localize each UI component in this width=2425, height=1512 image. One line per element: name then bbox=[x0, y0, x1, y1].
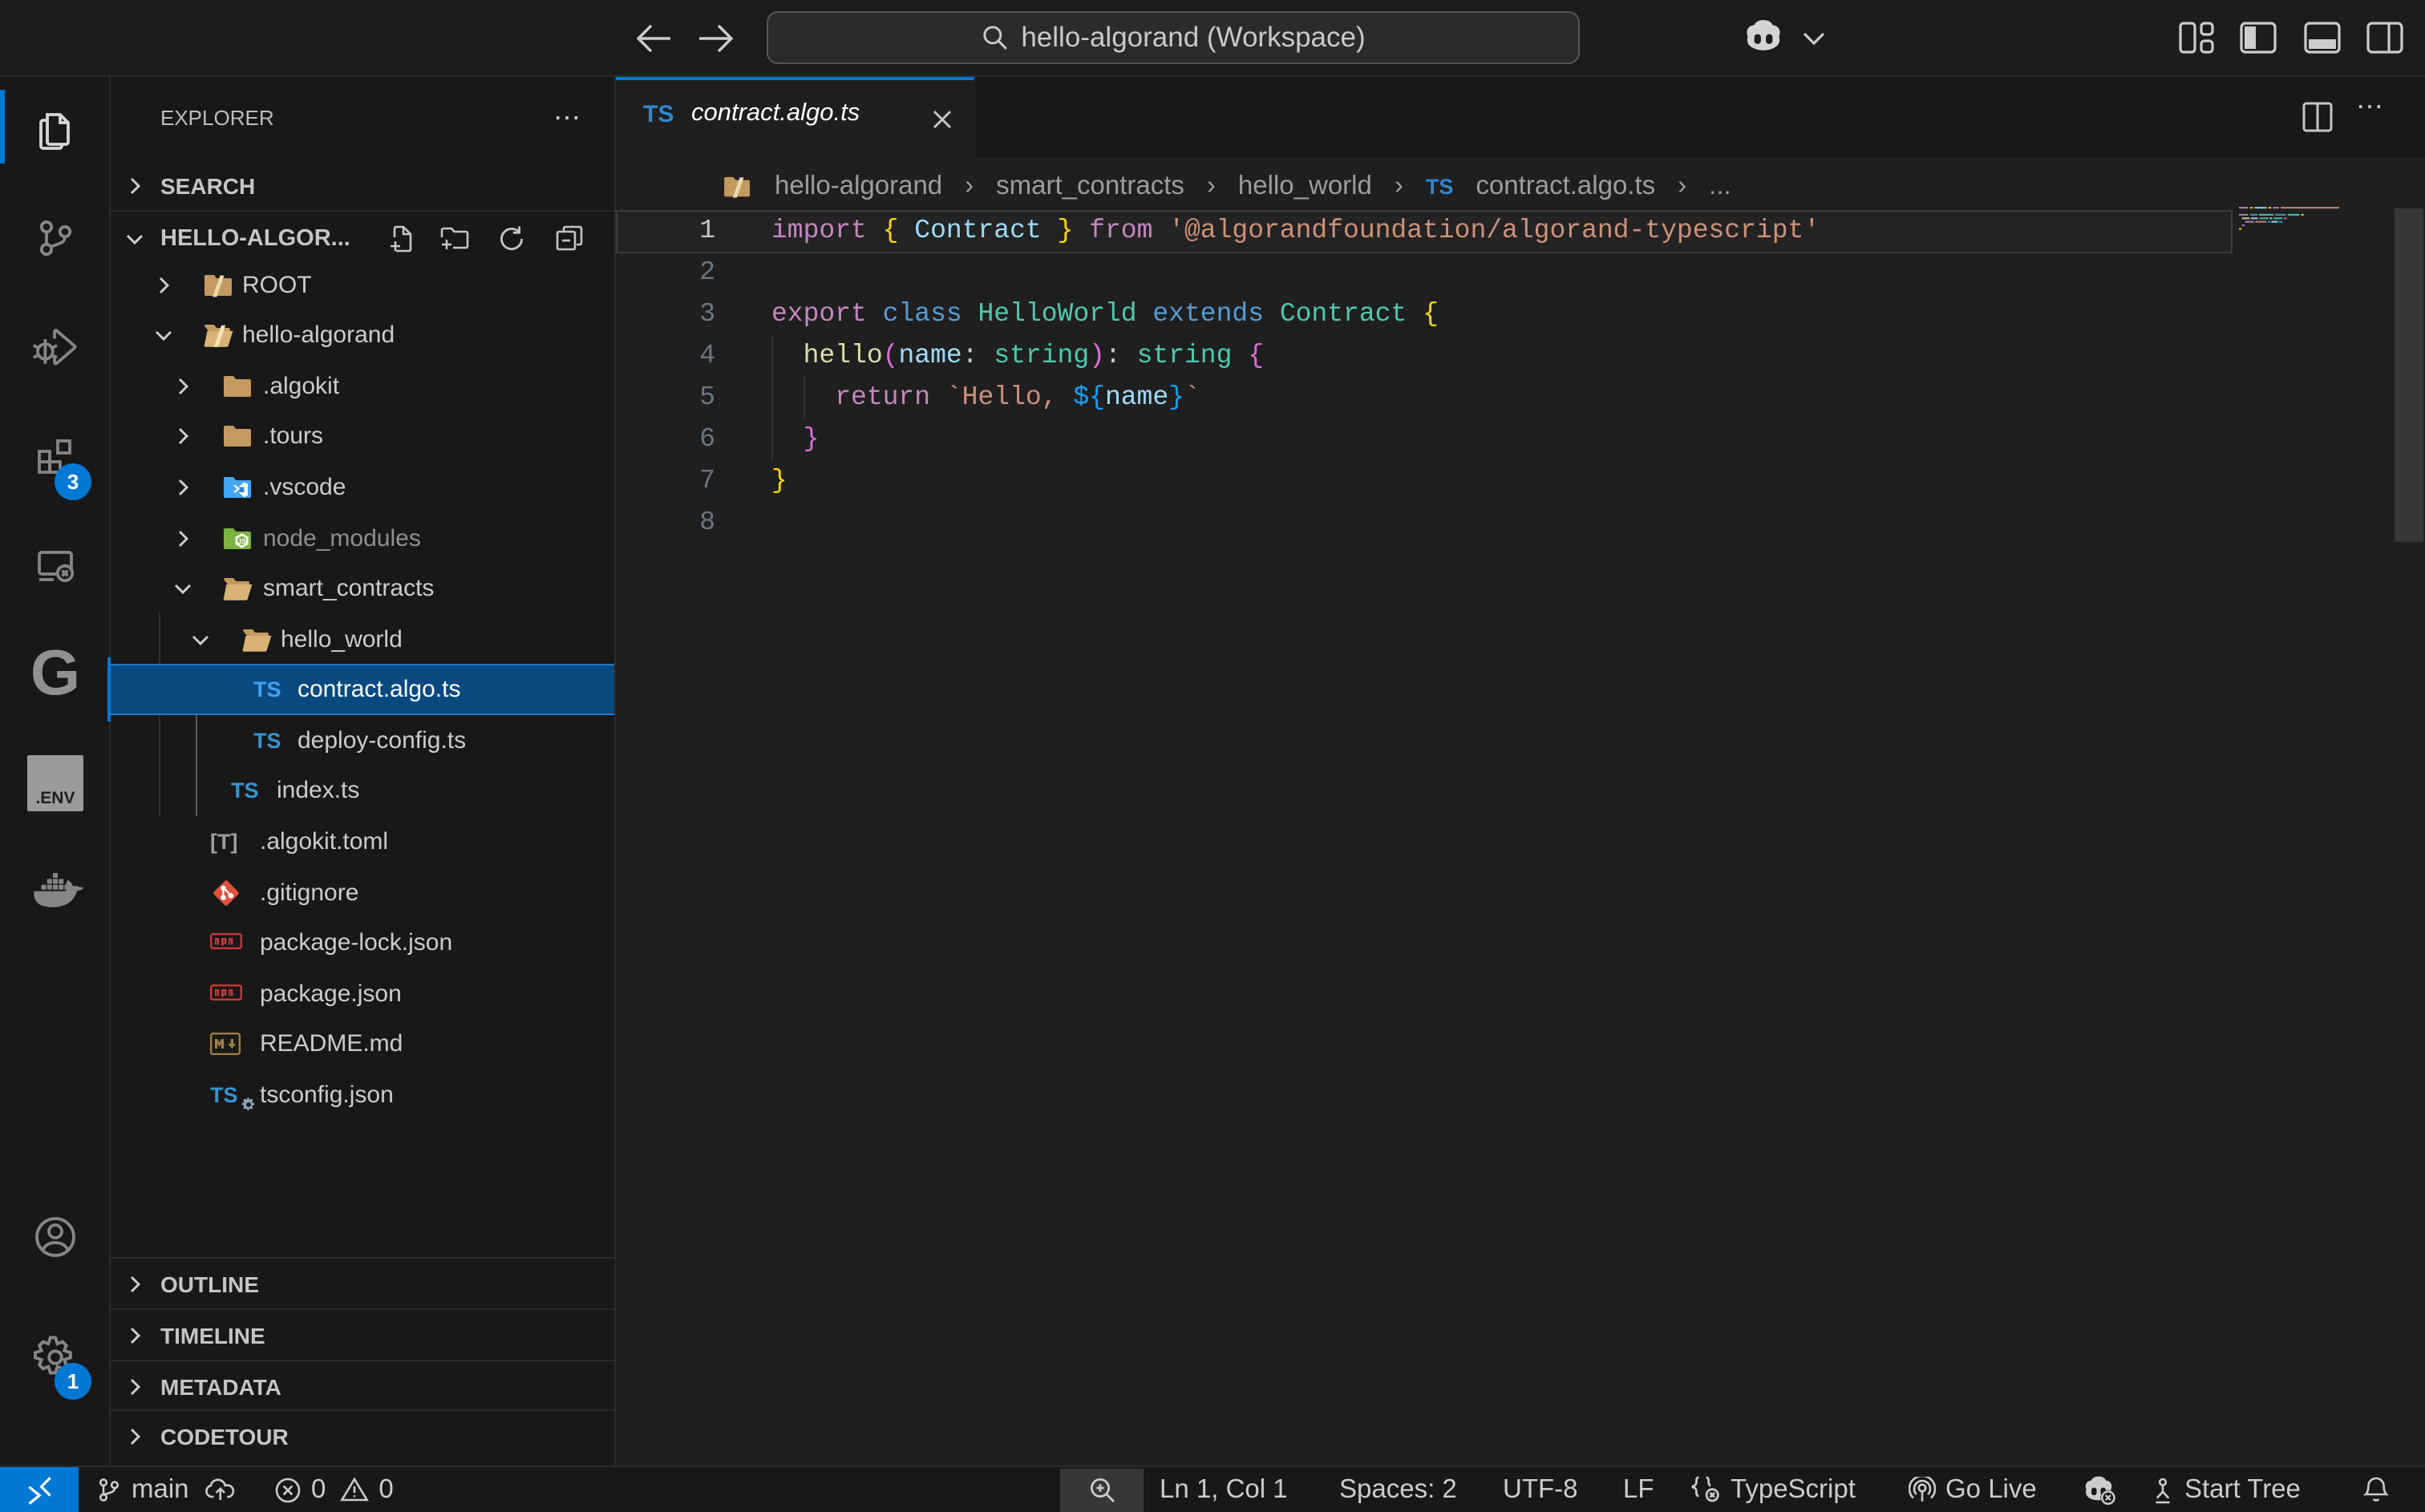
svg-text:JS: JS bbox=[237, 536, 246, 544]
